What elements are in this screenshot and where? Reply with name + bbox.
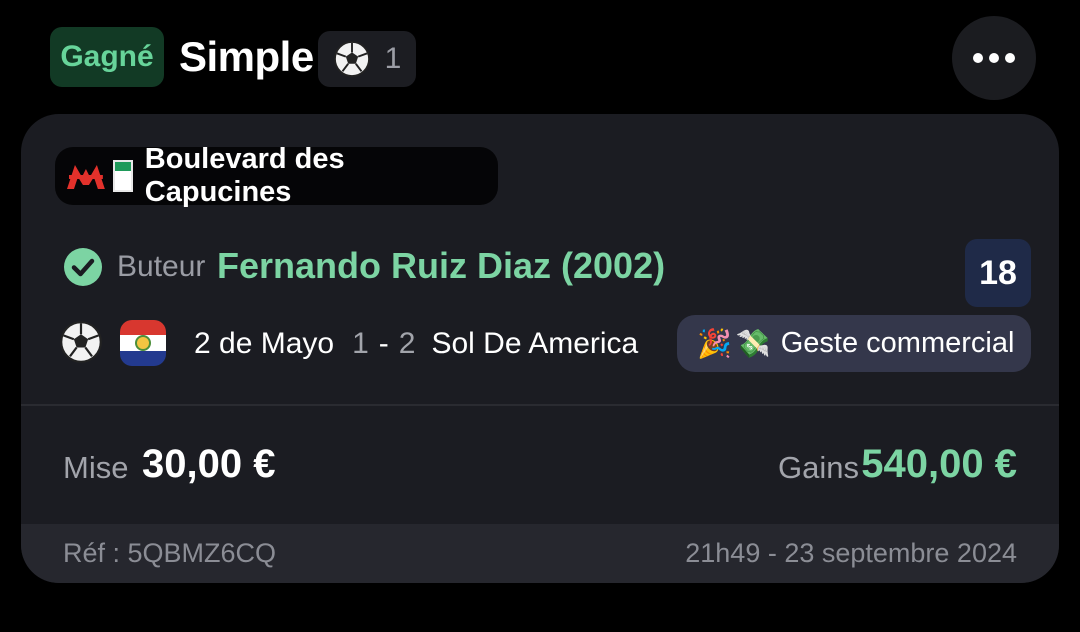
away-score: 2 [398,327,416,360]
paraguay-flag-icon [120,320,166,366]
match-line[interactable]: 2 de Mayo 1 - 2 Sol De America [194,327,638,361]
divider [21,404,1059,406]
venue-name: Boulevard des Capucines [144,143,345,208]
more-options-button[interactable] [952,16,1036,100]
stake-label: Mise [63,450,129,485]
card-footer: Réf : 5QBMZ6CQ 21h49 - 23 septembre 2024 [21,524,1059,583]
market-label: Buteur [117,250,206,283]
odds-badge: 18 [965,239,1031,307]
green-white-flag-icon [112,160,133,192]
promo-label: Geste commercial [780,327,1015,359]
venue-pill[interactable]: Boulevard des Capucines [55,143,498,208]
bet-reference: Réf : 5QBMZ6CQ [63,538,277,568]
status-badge: Gagné [50,27,164,87]
party-popper-icon: 🎉 [697,327,732,359]
home-team: 2 de Mayo [194,327,335,360]
selection-count: 1 [384,42,402,75]
bet-type-title: Simple [179,33,314,80]
winnings-label: Gains [778,450,859,485]
red-m-logo-icon [66,165,105,189]
score-separator: - [378,327,389,360]
winnings-value: 540,00 € [861,442,1017,486]
selection-name: Fernando Ruiz Diaz (2002) [217,245,666,286]
bet-datetime: 21h49 - 23 septembre 2024 [685,538,1017,568]
promo-badge[interactable]: 🎉 💸 Geste commercial [677,315,1031,372]
away-team: Sol De America [431,327,639,360]
soccer-ball-icon [333,40,370,78]
selection-count-badge: 1 [318,31,416,87]
soccer-ball-icon [60,321,102,363]
stake-value: 30,00 € [142,442,276,486]
bet-header: Gagné Simple 1 [50,16,1058,100]
check-circle-icon [64,248,102,286]
home-score: 1 [352,327,369,360]
bet-card[interactable]: Boulevard des Capucines Buteur Fernando … [21,114,1059,583]
money-wings-icon: 💸 [735,327,771,359]
more-horizontal-icon [973,53,983,63]
